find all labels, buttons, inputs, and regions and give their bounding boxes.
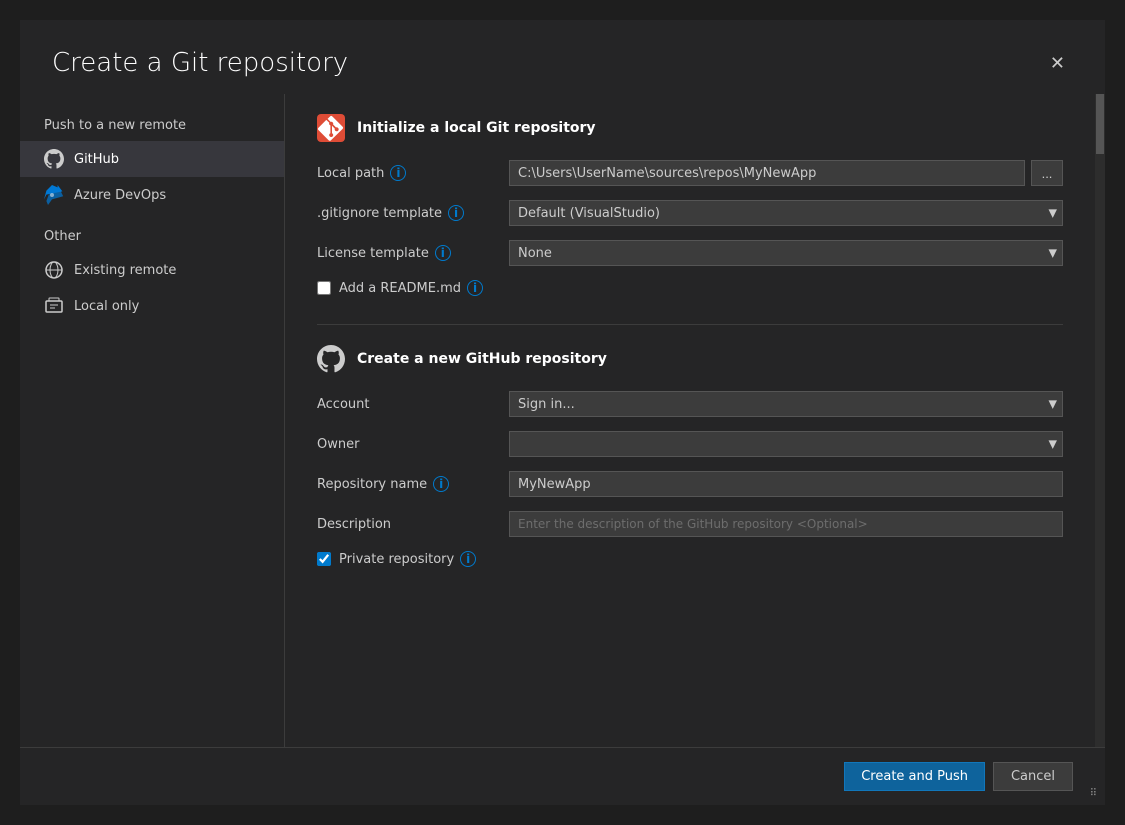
repo-name-control — [509, 471, 1063, 497]
local-only-icon — [44, 296, 64, 316]
gitignore-select[interactable]: Default (VisualStudio) None VisualStudio — [509, 200, 1063, 226]
cancel-button[interactable]: Cancel — [993, 762, 1073, 791]
account-label: Account — [317, 397, 497, 412]
azure-devops-icon — [44, 185, 64, 205]
gitignore-control: Default (VisualStudio) None VisualStudio… — [509, 200, 1063, 226]
github-section: Create a new GitHub repository Account S… — [317, 345, 1063, 567]
sidebar-item-github[interactable]: GitHub — [20, 141, 284, 177]
owner-control: ▼ — [509, 431, 1063, 457]
sidebar-item-azure-devops[interactable]: Azure DevOps — [20, 177, 284, 213]
section-divider — [317, 324, 1063, 325]
local-path-input[interactable] — [509, 160, 1025, 186]
main-content: Initialize a local Git repository Local … — [285, 94, 1095, 747]
description-control — [509, 511, 1063, 537]
azure-devops-label: Azure DevOps — [74, 188, 166, 203]
repo-name-label: Repository name i — [317, 476, 497, 492]
scrollbar-track[interactable] — [1095, 94, 1105, 747]
github-section-icon — [317, 345, 345, 373]
license-control: None MIT Apache 2.0 ▼ — [509, 240, 1063, 266]
account-select-wrapper: Sign in... ▼ — [509, 391, 1063, 417]
dialog-title: Create a Git repository — [52, 48, 348, 78]
init-section: Initialize a local Git repository Local … — [317, 114, 1063, 296]
owner-select[interactable] — [509, 431, 1063, 457]
private-repo-label[interactable]: Private repository i — [339, 551, 476, 567]
browse-button[interactable]: ... — [1031, 160, 1063, 186]
github-label: GitHub — [74, 152, 119, 167]
init-section-header: Initialize a local Git repository — [317, 114, 1063, 142]
github-icon — [44, 149, 64, 169]
description-row: Description — [317, 511, 1063, 537]
resize-grip-icon: ⠿ — [1090, 788, 1097, 799]
local-path-row: Local path i ... — [317, 160, 1063, 186]
git-logo-icon — [317, 114, 345, 142]
account-select[interactable]: Sign in... — [509, 391, 1063, 417]
owner-select-wrapper: ▼ — [509, 431, 1063, 457]
readme-checkbox[interactable] — [317, 281, 331, 295]
content-area: Initialize a local Git repository Local … — [285, 94, 1105, 747]
gitignore-info-icon: i — [448, 205, 464, 221]
owner-label: Owner — [317, 437, 497, 452]
repo-name-input[interactable] — [509, 471, 1063, 497]
push-section-title: Push to a new remote — [20, 110, 284, 141]
github-section-header: Create a new GitHub repository — [317, 345, 1063, 373]
license-info-icon: i — [435, 245, 451, 261]
readme-row: Add a README.md i — [317, 280, 1063, 296]
owner-row: Owner ▼ — [317, 431, 1063, 457]
github-section-title: Create a new GitHub repository — [357, 351, 607, 367]
dialog-header: Create a Git repository ✕ — [20, 20, 1105, 94]
create-and-push-button[interactable]: Create and Push — [844, 762, 985, 791]
description-input[interactable] — [509, 511, 1063, 537]
local-path-info-icon: i — [390, 165, 406, 181]
license-row: License template i None MIT Apache 2.0 ▼ — [317, 240, 1063, 266]
gitignore-row: .gitignore template i Default (VisualStu… — [317, 200, 1063, 226]
license-select[interactable]: None MIT Apache 2.0 — [509, 240, 1063, 266]
local-path-control: ... — [509, 160, 1063, 186]
create-git-repo-dialog: Create a Git repository ✕ Push to a new … — [20, 20, 1105, 805]
private-repo-row: Private repository i — [317, 551, 1063, 567]
local-only-label: Local only — [74, 299, 139, 314]
readme-label[interactable]: Add a README.md i — [339, 280, 483, 296]
existing-remote-icon — [44, 260, 64, 280]
local-path-label: Local path i — [317, 165, 497, 181]
gitignore-select-wrapper: Default (VisualStudio) None VisualStudio… — [509, 200, 1063, 226]
account-control: Sign in... ▼ — [509, 391, 1063, 417]
close-button[interactable]: ✕ — [1042, 50, 1073, 76]
repo-name-row: Repository name i — [317, 471, 1063, 497]
repo-name-info-icon: i — [433, 476, 449, 492]
license-select-wrapper: None MIT Apache 2.0 ▼ — [509, 240, 1063, 266]
init-section-title: Initialize a local Git repository — [357, 120, 596, 136]
scrollbar-thumb[interactable] — [1096, 94, 1104, 154]
existing-remote-label: Existing remote — [74, 263, 176, 278]
sidebar-item-local-only[interactable]: Local only — [20, 288, 284, 324]
private-repo-checkbox[interactable] — [317, 552, 331, 566]
readme-info-icon: i — [467, 280, 483, 296]
sidebar: Push to a new remote GitHub — [20, 94, 285, 747]
sidebar-item-existing-remote[interactable]: Existing remote — [20, 252, 284, 288]
account-row: Account Sign in... ▼ — [317, 391, 1063, 417]
gitignore-label: .gitignore template i — [317, 205, 497, 221]
license-label: License template i — [317, 245, 497, 261]
description-label: Description — [317, 517, 497, 532]
dialog-footer: Create and Push Cancel — [20, 747, 1105, 805]
dialog-body: Push to a new remote GitHub — [20, 94, 1105, 747]
other-section-title: Other — [20, 213, 284, 252]
private-repo-info-icon: i — [460, 551, 476, 567]
